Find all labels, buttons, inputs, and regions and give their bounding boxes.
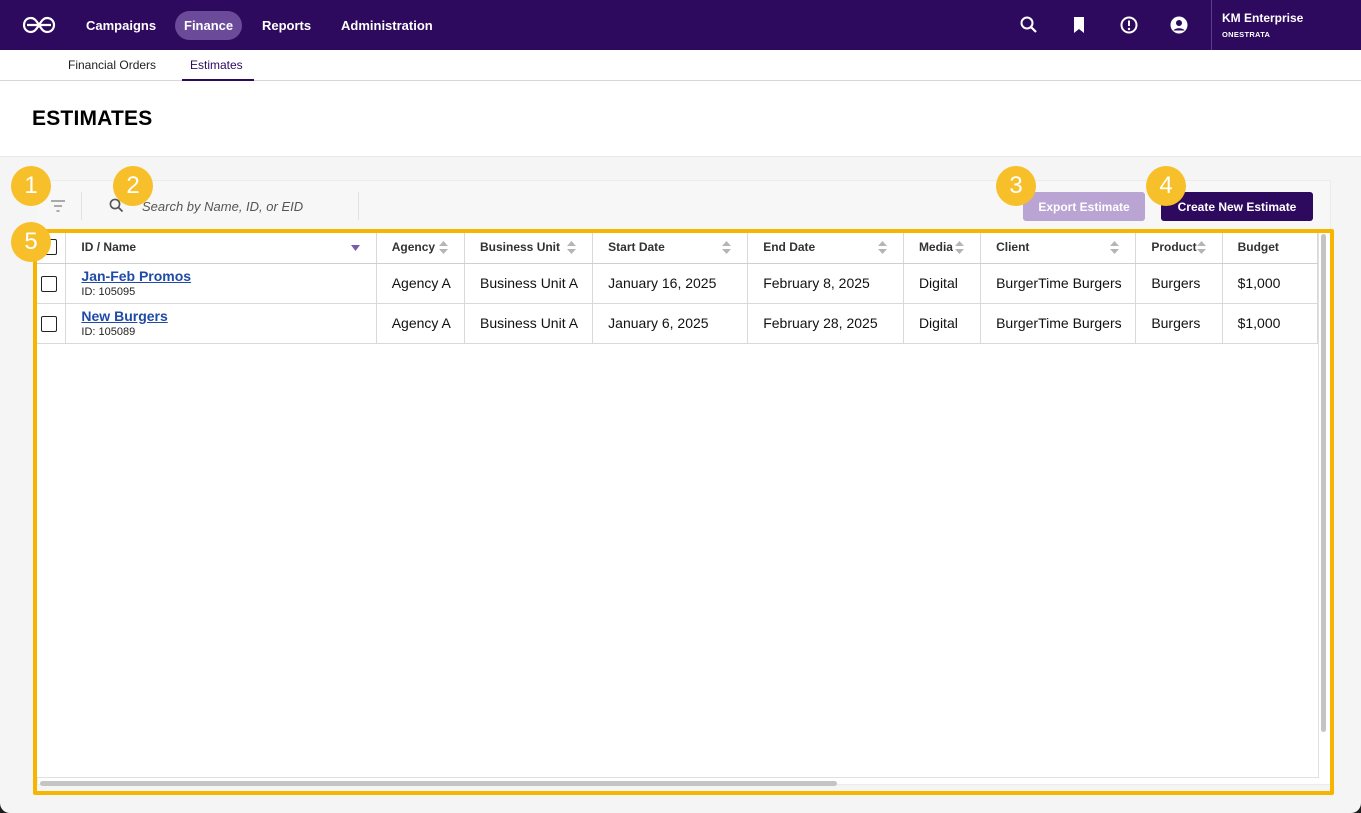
- search-input[interactable]: [142, 194, 352, 218]
- user-account-icon[interactable]: [1169, 15, 1189, 35]
- account-switcher[interactable]: KM Enterprise ONESTRATA: [1211, 0, 1361, 50]
- nav-finance[interactable]: Finance: [175, 11, 243, 40]
- page-header: ESTIMATES: [0, 81, 1361, 157]
- nav-campaigns[interactable]: Campaigns: [77, 11, 165, 40]
- annotation-marker-2: 2: [113, 166, 153, 206]
- export-estimate-button[interactable]: Export Estimate: [1023, 192, 1145, 221]
- app-window: Campaigns Finance Reports Administration…: [0, 0, 1361, 813]
- top-nav: Campaigns Finance Reports Administration…: [0, 0, 1361, 50]
- create-new-estimate-button[interactable]: Create New Estimate: [1161, 192, 1313, 221]
- sub-tabs: Financial Orders Estimates: [0, 50, 1361, 81]
- toolbar-divider: [81, 192, 82, 220]
- onestrata-logo-icon[interactable]: [22, 14, 56, 36]
- tab-financial-orders[interactable]: Financial Orders: [68, 58, 156, 72]
- account-org: ONESTRATA: [1222, 30, 1271, 39]
- page-title: ESTIMATES: [32, 107, 153, 130]
- annotation-marker-3: 3: [996, 166, 1036, 206]
- tab-estimates[interactable]: Estimates: [190, 58, 243, 72]
- annotation-marker-4: 4: [1146, 166, 1186, 206]
- table-highlight-box: [33, 229, 1334, 795]
- annotation-marker-1: 1: [11, 166, 51, 206]
- search-icon[interactable]: [1019, 15, 1039, 35]
- bookmark-icon[interactable]: [1069, 15, 1089, 35]
- toolbar-divider: [358, 192, 359, 220]
- annotation-marker-5: 5: [11, 222, 51, 262]
- nav-reports[interactable]: Reports: [253, 11, 320, 40]
- account-name: KM Enterprise: [1222, 11, 1304, 25]
- filter-icon[interactable]: [50, 199, 66, 213]
- nav-administration[interactable]: Administration: [332, 11, 442, 40]
- alert-icon[interactable]: [1119, 15, 1139, 35]
